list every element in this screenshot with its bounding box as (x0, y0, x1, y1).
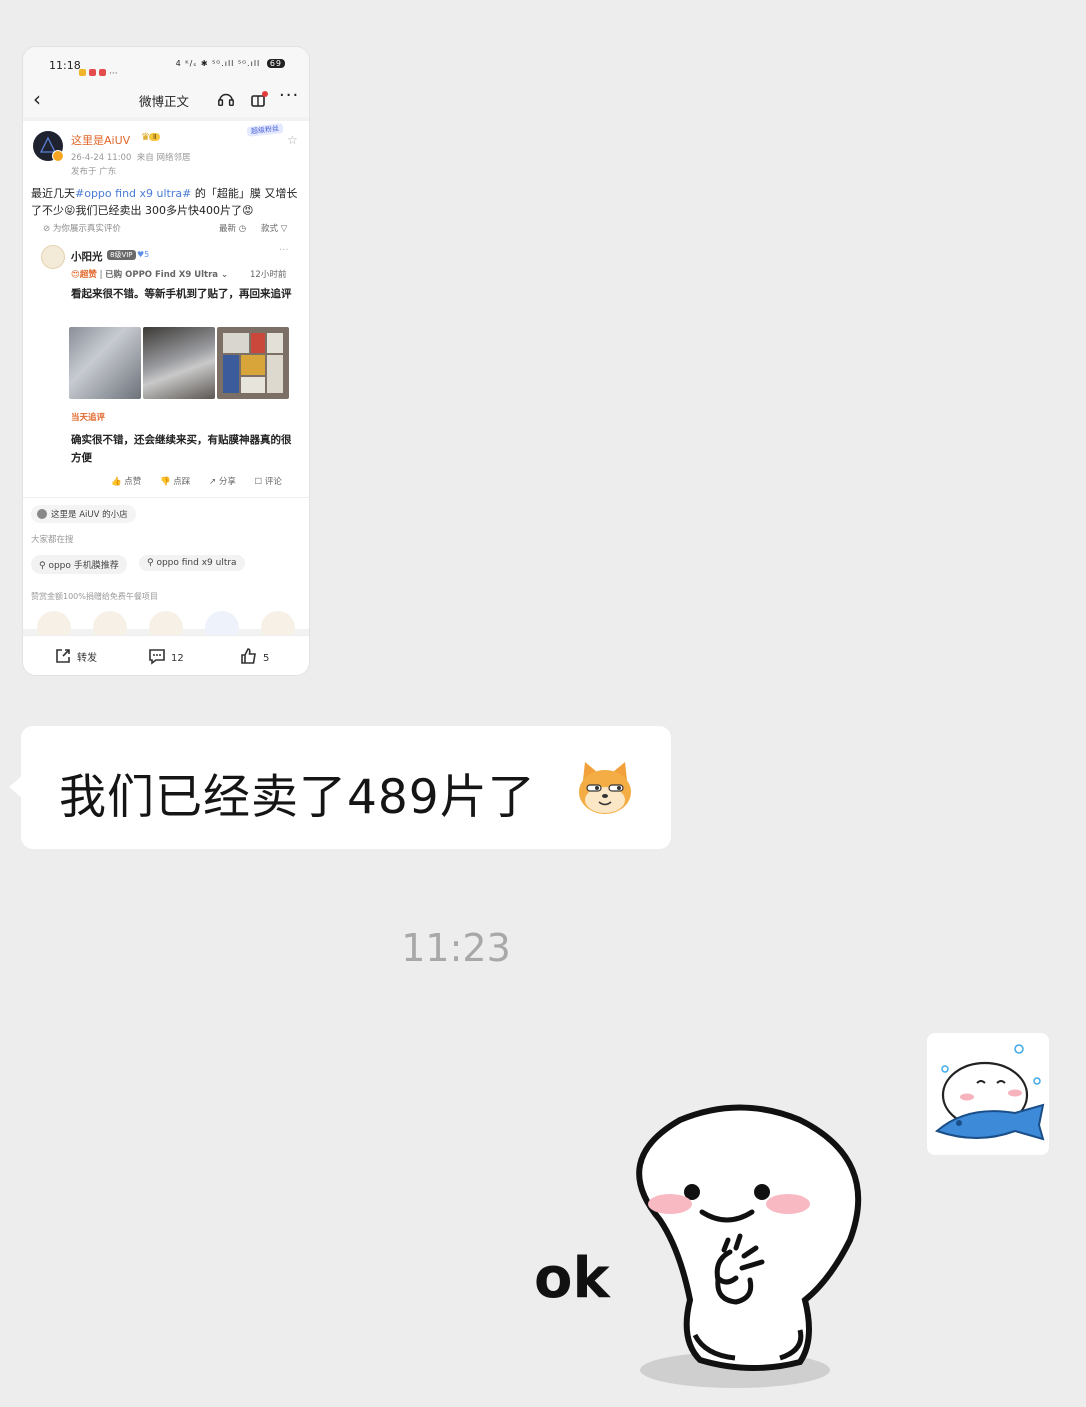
weibo-post: 这里是AiUV ♛ Ⅱ 超级粉丝 ☆ 26-4-24 11:00 来自 网络邻居… (23, 121, 309, 645)
photo-3[interactable] (217, 327, 289, 399)
avatar-sticker-icon (935, 1044, 1045, 1141)
reward-options (37, 611, 307, 645)
sort-style[interactable]: 款式 ▽ (261, 222, 287, 234)
comment-username[interactable]: 小阳光 (71, 249, 103, 264)
headphones-icon[interactable] (217, 90, 235, 108)
battery-icon: 69 (266, 59, 285, 68)
search-chip[interactable]: ⚲ oppo find x9 ultra (139, 555, 245, 571)
search-section-label: 大家都在搜 (31, 535, 74, 545)
reward-notice: 赞赏金额100%捐赠给免费午餐项目 (31, 592, 158, 601)
vip-badge: 8级VIP (107, 250, 136, 260)
nav-title: 微博正文 (139, 94, 190, 109)
status-time: 11:18 (49, 59, 81, 72)
level-badge: Ⅱ (149, 133, 161, 141)
comment-time: 12小时前 (250, 270, 287, 280)
search-chip[interactable]: ⚲ oppo 手机膜推荐 (31, 555, 127, 574)
post-meta: 26-4-24 11:00 来自 网络邻居 (71, 153, 191, 163)
shop-icon (37, 509, 47, 519)
post-username[interactable]: 这里是AiUV (71, 132, 130, 148)
verified-icon (52, 150, 64, 162)
comment-actions: 👍 点赞 👎 点踩 ↗ 分享 ☐ 评论 (111, 475, 298, 487)
comment-icon (149, 649, 165, 665)
bottom-toolbar: 转发 12 5 (23, 635, 309, 675)
avatar[interactable] (33, 131, 64, 162)
sender-avatar[interactable] (927, 1033, 1049, 1155)
notification-icons: ··· (79, 61, 118, 80)
star-icon[interactable]: ☆ (287, 133, 298, 147)
like-action[interactable]: 👍 点赞 (111, 477, 141, 487)
comment-button[interactable]: 12 (147, 646, 184, 666)
shared-screenshot[interactable]: 11:18 ··· 4 ᴷ/ₛ ✱ ⁵ᴳ.ıll ⁵ᴳ.ıll 69 ‹ 微博正… (22, 46, 310, 676)
status-bar: 11:18 ··· 4 ᴷ/ₛ ✱ ⁵ᴳ.ıll ⁵ᴳ.ıll 69 (23, 47, 309, 83)
thumbs-up-icon (241, 648, 256, 664)
hashtag-link[interactable]: #oppo find x9 ultra# (75, 187, 191, 200)
shop-link[interactable]: 这里是 AiUV 的小店 (31, 505, 136, 523)
more-icon[interactable]: ··· (279, 85, 299, 106)
follow-up-label: 当天追评 (71, 413, 106, 423)
sort-latest[interactable]: 最新 ◷ (219, 222, 246, 234)
signal-icons: 4 ᴷ/ₛ ✱ ⁵ᴳ.ıll ⁵ᴳ.ıll 69 (176, 59, 285, 68)
back-icon[interactable]: ‹ (33, 87, 41, 111)
message-text: 我们已经卖了489片了 (59, 770, 536, 825)
post-text: 最近几天#oppo find x9 ultra# 的「超能」膜 又增长了不少😝我… (31, 187, 298, 217)
repost-icon (56, 649, 70, 663)
photo-1[interactable] (69, 327, 141, 399)
purchase-info: 😍超赞 | 已购 OPPO Find X9 Ultra ⌄ (71, 270, 229, 280)
fan-tag: 超级粉丝 (246, 123, 284, 137)
fan-level-badge: ♥5 (137, 250, 150, 259)
sticker-ok-text: ok (534, 1246, 610, 1311)
nav-bar: ‹ 微博正文 ··· (23, 83, 309, 117)
gift-icon[interactable] (249, 89, 269, 109)
reply-action[interactable]: ☐ 评论 (255, 477, 282, 487)
dislike-action[interactable]: 👎 点踩 (160, 477, 190, 487)
divider (23, 497, 309, 498)
photo-2[interactable] (143, 327, 215, 399)
comment-avatar[interactable] (41, 245, 65, 269)
share-action[interactable]: ↗ 分享 (209, 477, 236, 487)
chat-timestamp: 11:23 (401, 926, 511, 970)
like-button[interactable]: 5 (239, 646, 269, 666)
comment-text: 看起来很不错。等新手机到了贴了，再回来追评 (71, 288, 292, 300)
chat-message-bubble[interactable]: 我们已经卖了489片了 (9, 726, 671, 849)
repost-button[interactable]: 转发 (53, 646, 97, 666)
follow-up-text: 确实很不错，还会继续来买，有贴膜神器真的很方便 (71, 434, 292, 464)
post-location: 发布于 广东 (71, 167, 117, 177)
comment-more-icon[interactable]: ··· (279, 245, 289, 256)
doge-cat-emoji-icon (579, 762, 631, 814)
ok-hand-sticker[interactable]: ok (530, 1100, 880, 1400)
review-helper: ⊘ 为你展示真实评价 (43, 224, 121, 234)
comment-photos (69, 327, 291, 399)
